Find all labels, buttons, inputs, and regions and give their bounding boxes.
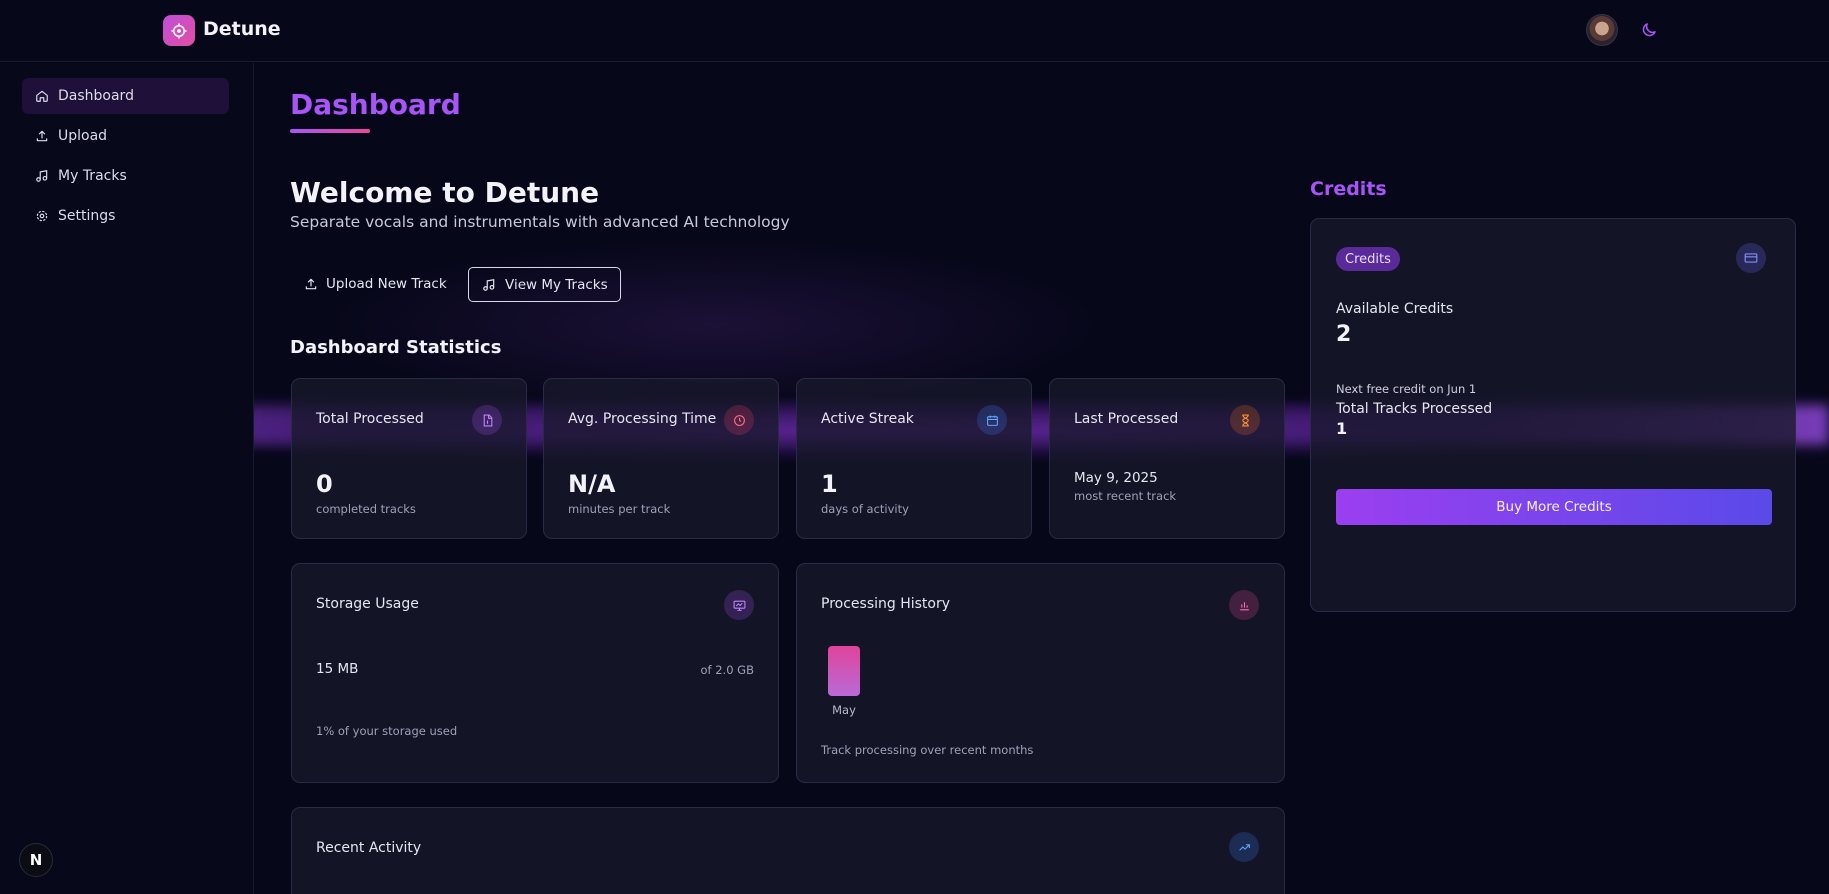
music-note-icon <box>36 170 48 182</box>
calendar-icon <box>977 405 1007 435</box>
stats-section-title: Dashboard Statistics <box>290 337 502 358</box>
bar-chart-icon <box>1229 590 1259 620</box>
app-name[interactable]: Detune <box>203 18 281 40</box>
logo-icon <box>171 23 187 38</box>
stat-label: Avg. Processing Time <box>568 411 717 427</box>
view-my-tracks-button[interactable]: View My Tracks <box>468 267 621 302</box>
stat-card-avg-processing-time: Avg. Processing Time N/A minutes per tra… <box>543 378 779 539</box>
total-tracks-label: Total Tracks Processed <box>1336 401 1493 417</box>
welcome-title: Welcome to Detune <box>290 176 600 209</box>
music-note-icon <box>483 279 495 291</box>
page-title: Dashboard <box>290 88 461 121</box>
user-avatar[interactable] <box>1586 14 1618 46</box>
stat-card-total-processed: Total Processed 0 completed tracks <box>291 378 527 539</box>
upload-icon <box>305 278 317 290</box>
stat-caption: most recent track <box>1074 489 1177 503</box>
stat-label: Total Processed <box>316 411 424 427</box>
recent-activity-label: Recent Activity <box>316 840 422 856</box>
storage-total: of 2.0 GB <box>700 663 755 677</box>
sidebar-item-dashboard[interactable]: Dashboard <box>22 78 229 114</box>
top-bar: Detune <box>0 0 1829 62</box>
history-bar[interactable] <box>828 646 860 696</box>
stat-value: 0 <box>316 470 333 498</box>
sidebar-item-label: Dashboard <box>58 88 134 104</box>
upload-new-track-label: Upload New Track <box>326 276 447 292</box>
file-audio-icon <box>472 405 502 435</box>
sidebar-item-settings[interactable]: Settings <box>22 198 229 234</box>
upload-new-track-button[interactable]: Upload New Track <box>290 267 459 301</box>
title-underline <box>290 129 370 133</box>
gear-icon <box>36 210 48 222</box>
storage-caption: 1% of your storage used <box>316 724 458 738</box>
sidebar-item-my-tracks[interactable]: My Tracks <box>22 158 229 194</box>
framework-badge[interactable]: N <box>19 843 53 877</box>
sidebar-item-upload[interactable]: Upload <box>22 118 229 154</box>
buy-more-credits-button[interactable]: Buy More Credits <box>1336 489 1772 525</box>
history-label: Processing History <box>821 596 951 612</box>
view-my-tracks-label: View My Tracks <box>505 276 608 293</box>
available-credits-value: 2 <box>1336 322 1352 347</box>
credits-section-title: Credits <box>1310 178 1387 200</box>
storage-used: 15 MB <box>316 661 359 677</box>
sidebar: Dashboard Upload My Tracks Settings <box>0 63 254 894</box>
moon-icon[interactable] <box>1640 21 1658 39</box>
trending-up-icon <box>1229 832 1259 862</box>
stat-card-active-streak: Active Streak 1 days of activity <box>796 378 1032 539</box>
history-bar-month: May <box>832 703 856 717</box>
stat-label: Last Processed <box>1074 411 1179 427</box>
total-tracks-value: 1 <box>1336 419 1348 438</box>
stat-caption: completed tracks <box>316 502 416 516</box>
upload-icon <box>36 130 48 142</box>
available-credits-label: Available Credits <box>1336 301 1454 317</box>
app-logo[interactable] <box>163 15 195 46</box>
sidebar-item-label: Settings <box>58 208 116 224</box>
stat-value: 1 <box>821 470 838 498</box>
sidebar-item-label: Upload <box>58 128 108 144</box>
sidebar-item-label: My Tracks <box>58 168 127 184</box>
recent-activity-card: Recent Activity <box>291 807 1285 894</box>
history-caption: Track processing over recent months <box>821 743 1034 757</box>
stat-value: N/A <box>568 470 616 498</box>
credits-card: Credits Available Credits 2 Next free cr… <box>1310 218 1796 612</box>
next-free-credit: Next free credit on Jun 1 <box>1336 382 1477 396</box>
monitor-icon <box>724 590 754 620</box>
history-bar-area <box>828 646 860 696</box>
main-content: Dashboard Welcome to Detune Separate voc… <box>255 63 1829 894</box>
credits-pill: Credits <box>1336 247 1400 271</box>
hourglass-icon <box>1230 405 1260 435</box>
stat-card-last-processed: Last Processed May 9, 2025 most recent t… <box>1049 378 1285 539</box>
storage-label: Storage Usage <box>316 596 419 612</box>
stat-value: May 9, 2025 <box>1074 470 1158 486</box>
processing-history-card: Processing History May Track processing … <box>796 563 1285 783</box>
stat-label: Active Streak <box>821 411 914 427</box>
stat-caption: days of activity <box>821 502 909 516</box>
credit-card-icon <box>1736 243 1766 273</box>
home-icon <box>36 90 48 102</box>
welcome-subtitle: Separate vocals and instrumentals with a… <box>290 213 790 231</box>
stat-caption: minutes per track <box>568 502 671 516</box>
storage-usage-card: Storage Usage 15 MB of 2.0 GB 1% of your… <box>291 563 779 783</box>
clock-icon <box>724 405 754 435</box>
